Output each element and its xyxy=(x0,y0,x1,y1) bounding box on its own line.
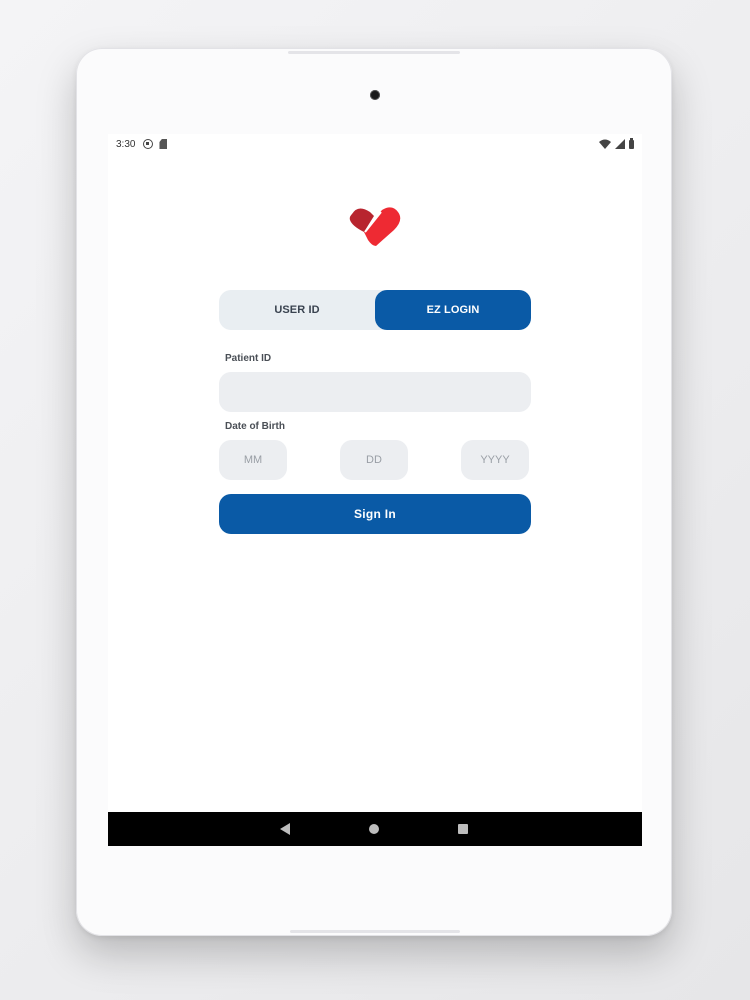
patient-id-label: Patient ID xyxy=(225,353,272,364)
heart-logo-icon xyxy=(349,207,401,246)
dob-year-input[interactable] xyxy=(461,440,529,480)
battery-icon xyxy=(629,137,634,149)
login-mode-tabs: USER ID EZ LOGIN xyxy=(219,290,531,330)
sign-in-button[interactable]: Sign In xyxy=(219,494,531,534)
notification-icon xyxy=(143,139,154,149)
tablet-frame: 3:30 USER ID EZ LOGIN Patient ID Date of… xyxy=(76,48,672,936)
date-of-birth-label: Date of Birth xyxy=(225,421,285,432)
cell-signal-icon xyxy=(615,139,625,149)
status-bar: 3:30 xyxy=(108,134,642,154)
home-icon[interactable] xyxy=(369,824,379,834)
tablet-bottom-edge xyxy=(290,930,460,933)
tab-ez-login[interactable]: EZ LOGIN xyxy=(375,290,531,330)
dob-day-input[interactable] xyxy=(340,440,408,480)
status-right-group xyxy=(599,137,634,149)
app-screen: 3:30 USER ID EZ LOGIN Patient ID Date of… xyxy=(108,134,642,846)
wifi-icon xyxy=(599,139,611,149)
patient-id-input[interactable] xyxy=(219,372,531,412)
front-camera xyxy=(370,90,380,100)
tab-user-id[interactable]: USER ID xyxy=(219,290,375,330)
tablet-top-edge xyxy=(288,51,460,54)
back-icon[interactable] xyxy=(280,823,290,835)
recents-icon[interactable] xyxy=(458,824,468,834)
system-nav-bar xyxy=(108,812,642,846)
sd-card-icon xyxy=(159,139,168,149)
status-time: 3:30 xyxy=(116,138,136,150)
dob-month-input[interactable] xyxy=(219,440,287,480)
